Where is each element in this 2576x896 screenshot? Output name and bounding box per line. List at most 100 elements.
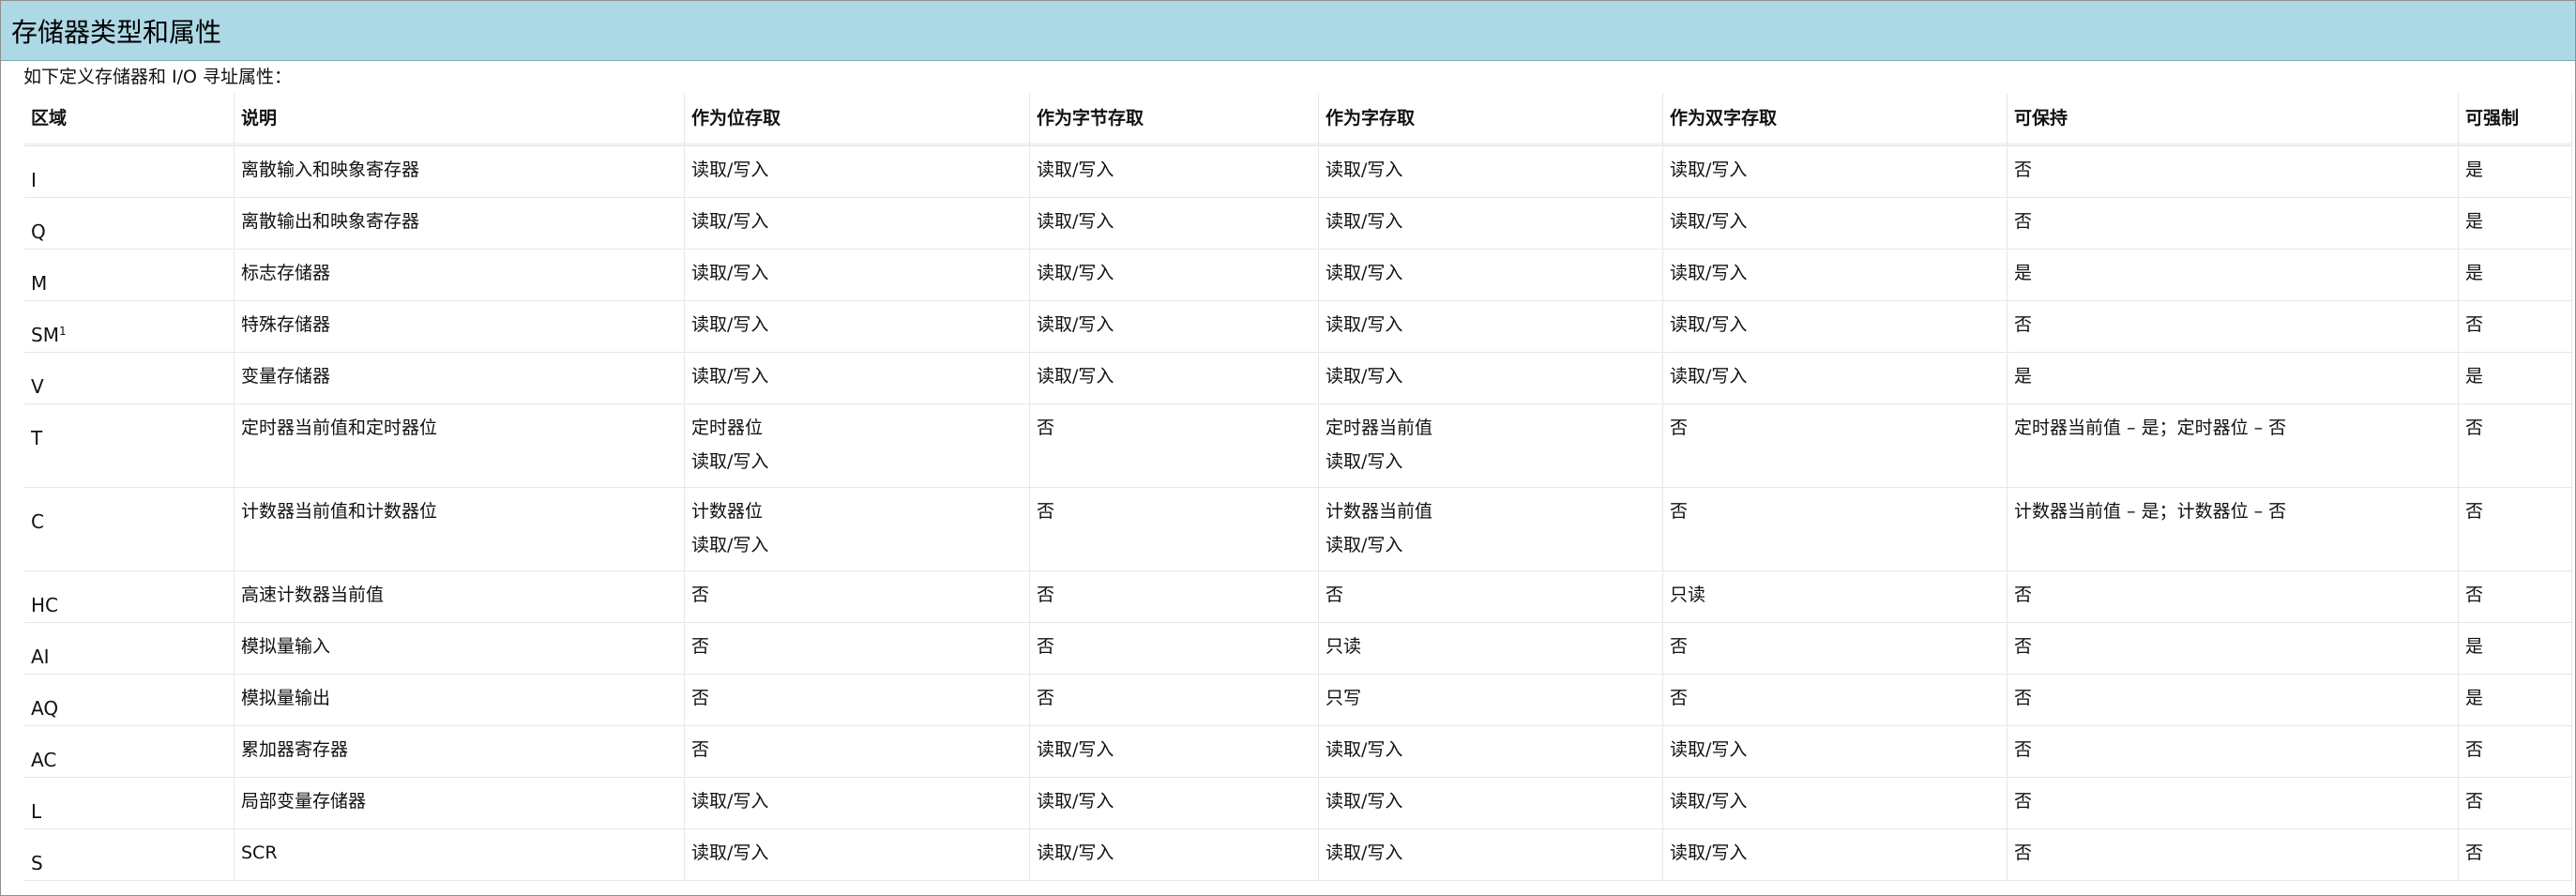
description-text: 模拟量输入	[241, 636, 331, 657]
description-text: 离散输入和映象寄存器	[241, 159, 420, 180]
dword-access-value: 否	[1670, 688, 1689, 708]
byte-access-value: 否	[1037, 585, 1055, 605]
forceable-value: 是	[2465, 159, 2484, 180]
table-row: Q 离散输出和映象寄存器 读取/写入 读取/写入 读取/写入 读取/写入 否 是	[24, 198, 2572, 250]
cell-bit-access: 否	[685, 571, 1030, 623]
bit-access-value: 读取/写入	[691, 535, 769, 555]
cell-area: I	[24, 146, 235, 198]
description-text: 变量存储器	[241, 366, 331, 387]
cell-area: V	[24, 353, 235, 404]
table-body: I 离散输入和映象寄存器 读取/写入 读取/写入 读取/写入 读取/写入否是 Q 离散输出和映…	[24, 146, 2572, 881]
word-access-value: 定时器当前值	[1326, 418, 1433, 438]
topic-title-bar: 存储器类型和属性	[1, 1, 2575, 61]
word-access-value: 读取/写入	[1326, 739, 1403, 760]
cell-retentive: 否	[2008, 829, 2459, 881]
word-access-value: 读取/写入	[1326, 451, 1403, 472]
cell-dword-access: 读取/写入	[1663, 250, 2008, 301]
retentive-value: 否	[2014, 791, 2033, 812]
cell-dword-access: 只读	[1663, 571, 2008, 623]
cell-forceable: 否	[2459, 488, 2572, 571]
forceable-value: 是	[2465, 211, 2484, 232]
cell-byte-access: 否	[1030, 488, 1319, 571]
cell-byte-access: 否	[1030, 404, 1319, 488]
cell-word-access: 否	[1319, 571, 1663, 623]
bit-access-value: 读取/写入	[691, 211, 769, 232]
header-bit-access: 作为位存取	[685, 93, 1030, 146]
cell-bit-access: 定时器位 读取/写入	[685, 404, 1030, 488]
table-header-row: 区域 说明 作为位存取 作为字节存取 作为字存取 作为双字存取 可保持 可强制	[24, 93, 2572, 146]
forceable-value: 是	[2465, 688, 2484, 708]
area-code: M	[31, 272, 48, 295]
description-text: 模拟量输出	[241, 688, 331, 708]
description-text: 累加器寄存器	[241, 739, 349, 760]
cell-description: 累加器寄存器	[235, 726, 685, 778]
cell-dword-access: 读取/写入	[1663, 146, 2008, 198]
forceable-value: 否	[2465, 314, 2484, 335]
dword-access-value: 读取/写入	[1670, 366, 1748, 387]
bit-access-value: 读取/写入	[691, 263, 769, 283]
cell-word-access: 读取/写入	[1319, 829, 1663, 881]
cell-dword-access: 否	[1663, 623, 2008, 675]
dword-access-value: 否	[1670, 501, 1689, 522]
byte-access-value: 读取/写入	[1037, 314, 1114, 335]
word-access-value: 只读	[1326, 636, 1362, 657]
retentive-value: 否	[2014, 314, 2033, 335]
cell-bit-access: 读取/写入	[685, 778, 1030, 829]
cell-retentive: 否	[2008, 301, 2459, 353]
cell-bit-access: 读取/写入	[685, 146, 1030, 198]
byte-access-value: 读取/写入	[1037, 843, 1114, 863]
retentive-value: 否	[2014, 159, 2033, 180]
forceable-value: 否	[2465, 585, 2484, 605]
cell-retentive: 否	[2008, 778, 2459, 829]
cell-forceable: 是	[2459, 353, 2572, 404]
cell-byte-access: 读取/写入	[1030, 353, 1319, 404]
word-access-value: 读取/写入	[1326, 263, 1403, 283]
cell-word-access: 读取/写入	[1319, 146, 1663, 198]
retentive-value: 是	[2014, 366, 2033, 387]
description-text: 局部变量存储器	[241, 791, 367, 812]
bit-access-value: 定时器位	[691, 418, 764, 438]
cell-description: 离散输入和映象寄存器	[235, 146, 685, 198]
bit-access-value: 计数器位	[691, 501, 764, 522]
table-row: S SCR 读取/写入 读取/写入 读取/写入 读取/写入 否 否	[24, 829, 2572, 881]
header-word-access: 作为字存取	[1319, 93, 1663, 146]
cell-word-access: 读取/写入	[1319, 198, 1663, 250]
byte-access-value: 读取/写入	[1037, 159, 1114, 180]
word-access-value: 读取/写入	[1326, 791, 1403, 812]
cell-dword-access: 否	[1663, 488, 2008, 571]
cell-forceable: 否	[2459, 301, 2572, 353]
cell-word-access: 读取/写入	[1319, 353, 1663, 404]
retentive-value: 否	[2014, 211, 2033, 232]
cell-forceable: 否	[2459, 829, 2572, 881]
header-description: 说明	[235, 93, 685, 146]
word-access-value: 读取/写入	[1326, 314, 1403, 335]
cell-forceable: 是	[2459, 146, 2572, 198]
byte-access-value: 否	[1037, 418, 1055, 438]
table-row: AQ 模拟量输出 否 否 只写 否 否 是	[24, 675, 2572, 726]
cell-description: 定时器当前值和定时器位	[235, 404, 685, 488]
cell-forceable: 否	[2459, 726, 2572, 778]
cell-forceable: 是	[2459, 623, 2572, 675]
dword-access-value: 只读	[1670, 585, 1706, 605]
memory-properties-table: 区域 说明 作为位存取 作为字节存取 作为字存取 作为双字存取 可保持 可强制 …	[24, 93, 2572, 881]
area-code: HC	[31, 594, 59, 616]
bit-access-value: 读取/写入	[691, 314, 769, 335]
cell-bit-access: 读取/写入	[685, 198, 1030, 250]
cell-retentive: 定时器当前值 – 是；定时器位 – 否	[2008, 404, 2459, 488]
bit-access-value: 否	[691, 688, 710, 708]
cell-area: S	[24, 829, 235, 881]
cell-bit-access: 否	[685, 675, 1030, 726]
dword-access-value: 读取/写入	[1670, 791, 1748, 812]
table-row: AC 累加器寄存器 否 读取/写入 读取/写入 读取/写入 否 否	[24, 726, 2572, 778]
word-access-value: 否	[1326, 585, 1344, 605]
byte-access-value: 否	[1037, 688, 1055, 708]
cell-word-access: 读取/写入	[1319, 250, 1663, 301]
table-row: M 标志存储器 读取/写入 读取/写入 读取/写入 读取/写入 是 是	[24, 250, 2572, 301]
cell-byte-access: 读取/写入	[1030, 778, 1319, 829]
byte-access-value: 读取/写入	[1037, 739, 1114, 760]
cell-area: M	[24, 250, 235, 301]
cell-forceable: 否	[2459, 571, 2572, 623]
word-access-value: 计数器当前值	[1326, 501, 1433, 522]
cell-forceable: 否	[2459, 778, 2572, 829]
cell-byte-access: 读取/写入	[1030, 198, 1319, 250]
